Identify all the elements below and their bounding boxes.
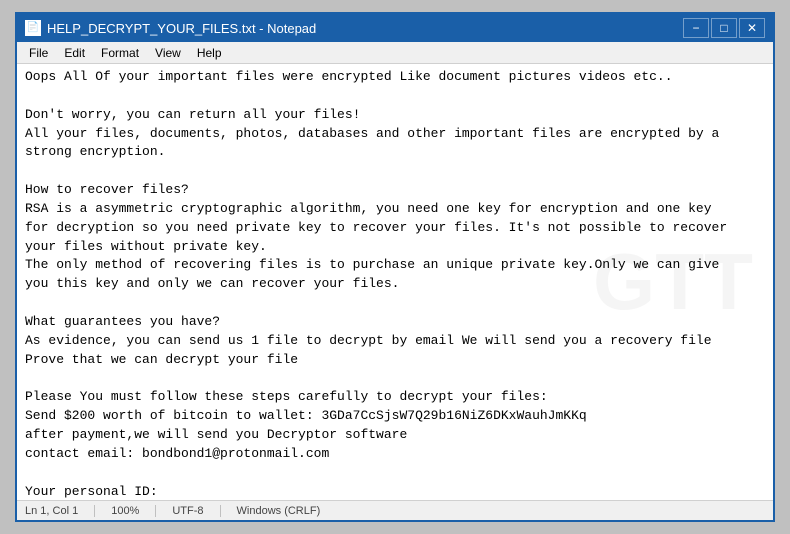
close-button[interactable]: ✕: [739, 18, 765, 38]
window-controls: − □ ✕: [683, 18, 765, 38]
status-divider-2: [155, 505, 156, 517]
maximize-button[interactable]: □: [711, 18, 737, 38]
minimize-button[interactable]: −: [683, 18, 709, 38]
status-bar: Ln 1, Col 1 100% UTF-8 Windows (CRLF): [17, 500, 773, 520]
notepad-window: 📄 HELP_DECRYPT_YOUR_FILES.txt - Notepad …: [15, 12, 775, 522]
menu-format[interactable]: Format: [93, 44, 147, 62]
menu-help[interactable]: Help: [189, 44, 230, 62]
menu-view[interactable]: View: [147, 44, 189, 62]
status-ln: Ln 1, Col 1: [25, 505, 78, 517]
title-bar: 📄 HELP_DECRYPT_YOUR_FILES.txt - Notepad …: [17, 14, 773, 42]
status-chars: 100%: [111, 505, 139, 517]
status-lineending: Windows (CRLF): [237, 505, 321, 517]
menu-bar: File Edit Format View Help: [17, 42, 773, 64]
title-bar-left: 📄 HELP_DECRYPT_YOUR_FILES.txt - Notepad: [25, 20, 316, 36]
status-divider-3: [220, 505, 221, 517]
menu-file[interactable]: File: [21, 44, 56, 62]
status-encoding: UTF-8: [172, 505, 203, 517]
text-editor-area[interactable]: GTT Oops All Of your important files wer…: [17, 64, 773, 500]
text-content: Oops All Of your important files were en…: [25, 68, 765, 500]
status-divider-1: [94, 505, 95, 517]
window-title: HELP_DECRYPT_YOUR_FILES.txt - Notepad: [47, 21, 316, 36]
notepad-icon: 📄: [25, 20, 41, 36]
menu-edit[interactable]: Edit: [56, 44, 93, 62]
